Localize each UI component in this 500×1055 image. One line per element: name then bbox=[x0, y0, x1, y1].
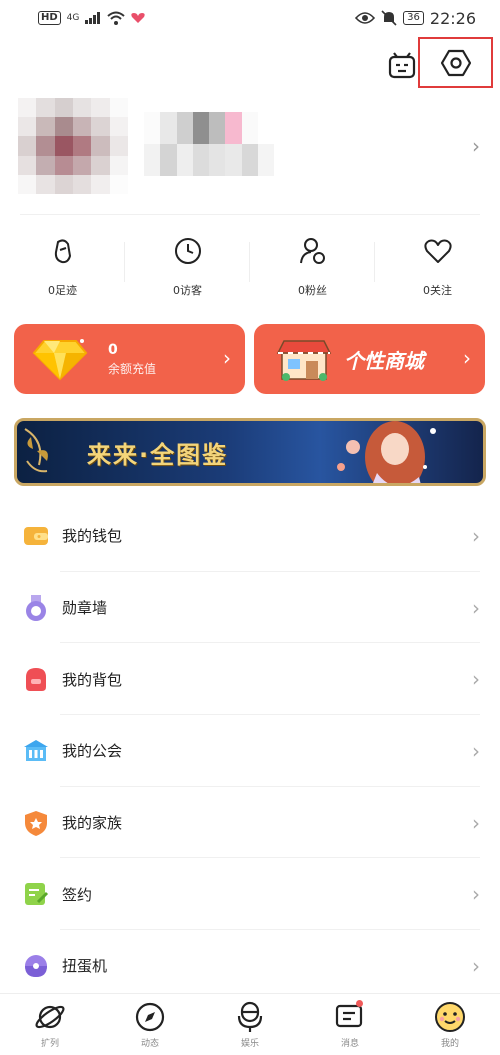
menu-item-family[interactable]: 我的家族 › bbox=[0, 787, 500, 859]
chevron-right-icon: › bbox=[472, 953, 480, 978]
menu-item-backpack[interactable]: 我的背包 › bbox=[0, 643, 500, 716]
collection-banner[interactable]: 来来·全图鉴 bbox=[14, 418, 486, 486]
notification-dot bbox=[356, 1000, 363, 1007]
shop-title: 个性商城 bbox=[344, 348, 424, 373]
chevron-right-icon: › bbox=[472, 738, 480, 763]
stat-following[interactable]: 0关注 bbox=[375, 236, 500, 298]
nav-tab-messages[interactable]: 消息 bbox=[300, 994, 400, 1055]
clock-icon bbox=[174, 238, 201, 264]
chevron-right-icon: › bbox=[472, 882, 480, 907]
chevron-right-icon: › bbox=[463, 346, 471, 370]
leaf-decoration-icon bbox=[24, 428, 48, 473]
signal-icon bbox=[85, 12, 101, 24]
chevron-right-icon: › bbox=[472, 810, 480, 835]
nav-tab-mine[interactable]: 我的 bbox=[400, 994, 500, 1055]
planet-icon bbox=[35, 1005, 65, 1029]
nav-label: 动态 bbox=[140, 1039, 159, 1049]
eye-icon bbox=[355, 12, 376, 24]
menu-item-gacha[interactable]: 扭蛋机 › bbox=[0, 930, 500, 1002]
robot-button[interactable] bbox=[384, 48, 420, 84]
stat-label: 0足迹 bbox=[48, 284, 77, 297]
menu-item-label: 我的钱包 bbox=[62, 527, 123, 546]
microphone-icon bbox=[237, 1001, 263, 1032]
signal-label: 4G bbox=[66, 13, 80, 23]
divider bbox=[20, 214, 480, 215]
diamond-icon bbox=[32, 339, 88, 381]
nav-label: 娱乐 bbox=[240, 1039, 259, 1049]
menu-item-medals[interactable]: 勋章墙 › bbox=[0, 572, 500, 644]
menu-item-label: 扭蛋机 bbox=[62, 957, 108, 976]
menu-item-label: 我的家族 bbox=[62, 814, 123, 833]
mute-bell-icon bbox=[381, 10, 397, 26]
menu-item-label: 签约 bbox=[62, 885, 93, 904]
balance-value: 0 bbox=[108, 341, 118, 358]
heart-icon bbox=[423, 239, 452, 263]
battery-indicator: 36 bbox=[403, 11, 424, 25]
stats-row: 0足迹 0访客 0粉丝 0关注 bbox=[0, 236, 500, 298]
network-type: HD bbox=[38, 11, 61, 25]
robot-icon bbox=[388, 52, 416, 79]
status-bar: HD 4G 36 22:26 bbox=[0, 0, 500, 36]
menu-item-guild[interactable]: 我的公会 › bbox=[0, 715, 500, 787]
banner-text: 来来·全图鉴 bbox=[87, 441, 229, 469]
stat-footprint[interactable]: 0足迹 bbox=[0, 236, 125, 298]
shop-icon bbox=[276, 340, 332, 381]
balance-label: 余额充值 bbox=[108, 361, 157, 376]
shop-card[interactable]: 个性商城 › bbox=[254, 324, 485, 394]
stat-label: 0关注 bbox=[423, 284, 452, 297]
settings-button[interactable] bbox=[418, 37, 493, 88]
app-heart-icon bbox=[131, 13, 146, 23]
chevron-right-icon: › bbox=[472, 667, 480, 692]
chevron-right-icon: › bbox=[472, 523, 480, 548]
menu-item-contract[interactable]: 签约 › bbox=[0, 858, 500, 931]
stat-label: 0粉丝 bbox=[298, 284, 327, 297]
medal-icon bbox=[26, 594, 46, 621]
avatar-pixelated bbox=[18, 98, 128, 194]
stat-label: 0访客 bbox=[173, 284, 202, 297]
guild-icon bbox=[24, 739, 48, 761]
chevron-right-icon: › bbox=[472, 595, 480, 620]
menu-item-label: 我的公会 bbox=[62, 742, 123, 761]
avatar[interactable] bbox=[18, 98, 128, 194]
clock-time: 22:26 bbox=[429, 8, 476, 28]
gacha-icon bbox=[25, 954, 47, 977]
menu-item-wallet[interactable]: 我的钱包 › bbox=[0, 500, 500, 572]
character-illustration-icon bbox=[337, 421, 436, 483]
profile-chevron-icon[interactable]: › bbox=[472, 134, 480, 158]
stat-visitors[interactable]: 0访客 bbox=[125, 236, 250, 298]
menu-list: 我的钱包 › 勋章墙 › 我的背包 › 我的公会 › 我的家族 › 签约 › 扭… bbox=[0, 500, 500, 1002]
username-pixelated bbox=[144, 112, 274, 176]
nav-label: 我的 bbox=[440, 1039, 459, 1049]
footprint-icon bbox=[54, 239, 71, 264]
menu-item-label: 勋章墙 bbox=[62, 599, 108, 618]
compass-icon bbox=[135, 1002, 165, 1032]
backpack-icon bbox=[26, 668, 46, 692]
nav-label: 扩列 bbox=[40, 1039, 59, 1049]
nav-tab-expand[interactable]: 扩列 bbox=[0, 994, 100, 1055]
smiley-icon bbox=[435, 1002, 465, 1032]
chevron-right-icon: › bbox=[223, 346, 231, 370]
wifi-icon bbox=[107, 11, 126, 25]
settings-hexagon-icon bbox=[440, 49, 471, 76]
nav-tab-feed[interactable]: 动态 bbox=[100, 994, 200, 1055]
nav-label: 消息 bbox=[340, 1039, 359, 1049]
bottom-navigation: 扩列 动态 娱乐 消息 我的 bbox=[0, 993, 500, 1055]
balance-recharge-card[interactable]: 0 余额充值 › bbox=[14, 324, 245, 394]
menu-item-label: 我的背包 bbox=[62, 670, 123, 689]
wallet-icon bbox=[24, 526, 48, 545]
stat-fans[interactable]: 0粉丝 bbox=[250, 236, 375, 298]
fans-icon bbox=[299, 238, 325, 264]
contract-icon bbox=[25, 883, 49, 906]
family-shield-icon bbox=[25, 810, 47, 836]
nav-tab-entertainment[interactable]: 娱乐 bbox=[200, 994, 300, 1055]
